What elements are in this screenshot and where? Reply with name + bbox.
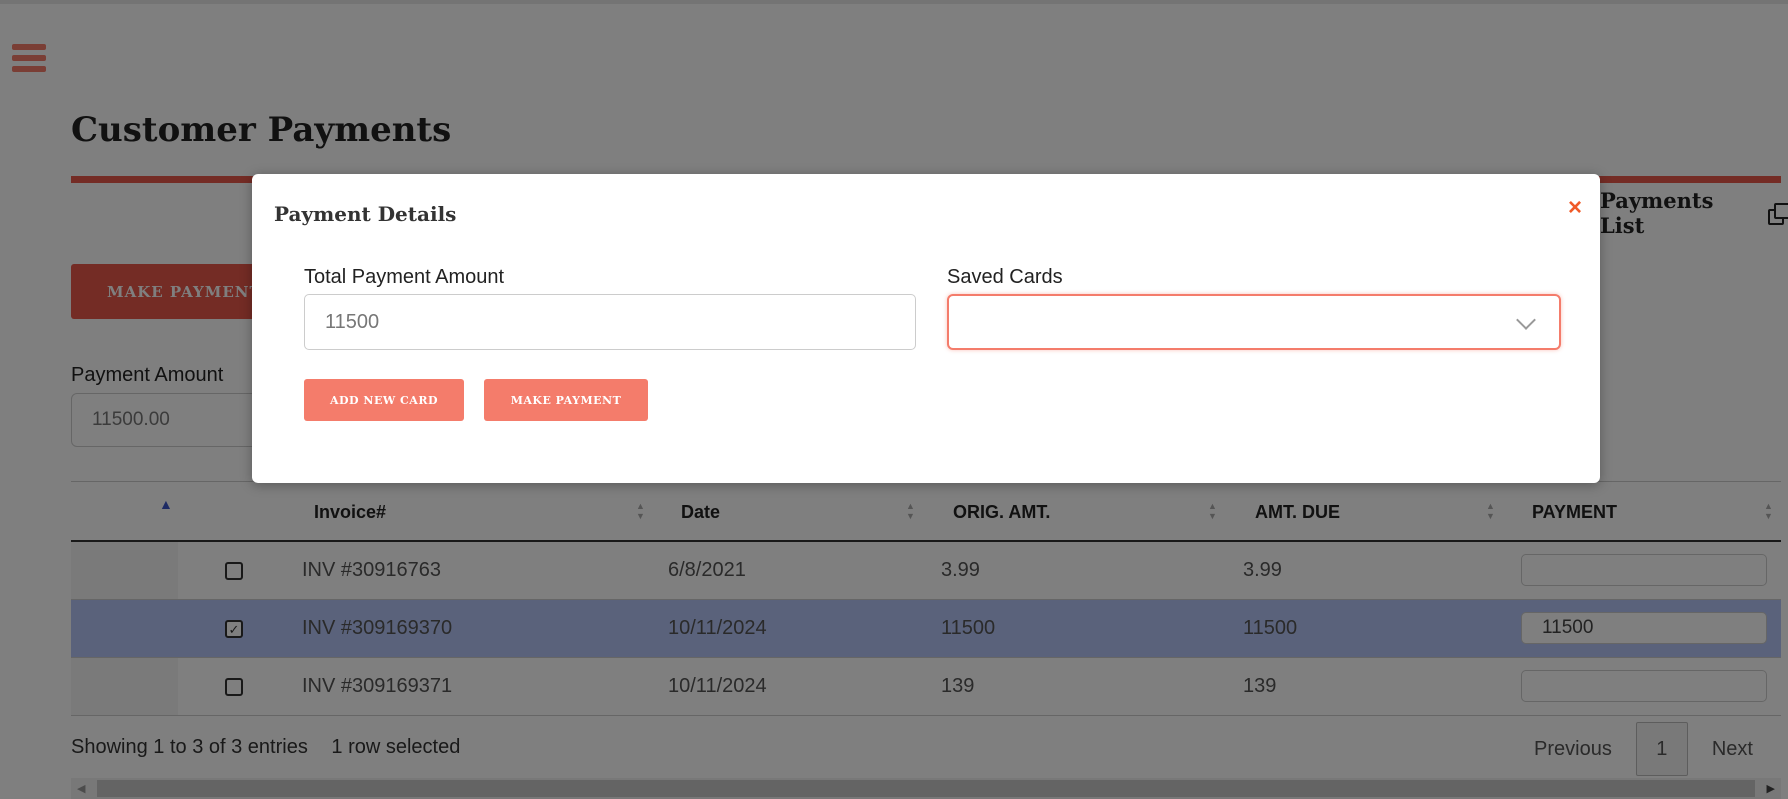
close-icon[interactable]: ×: [1568, 194, 1582, 222]
total-payment-amount-input[interactable]: 11500: [304, 294, 916, 350]
modal-make-payment-button[interactable]: MAKE PAYMENT: [484, 379, 648, 421]
saved-cards-label: Saved Cards: [947, 266, 1063, 288]
chevron-down-icon: [1516, 310, 1536, 330]
add-new-card-button[interactable]: ADD NEW CARD: [304, 379, 464, 421]
total-payment-amount-label: Total Payment Amount: [304, 266, 505, 288]
saved-cards-select[interactable]: [947, 294, 1561, 350]
payment-details-modal: Payment Details × Total Payment Amount 1…: [252, 174, 1600, 483]
modal-title: Payment Details: [274, 202, 457, 226]
